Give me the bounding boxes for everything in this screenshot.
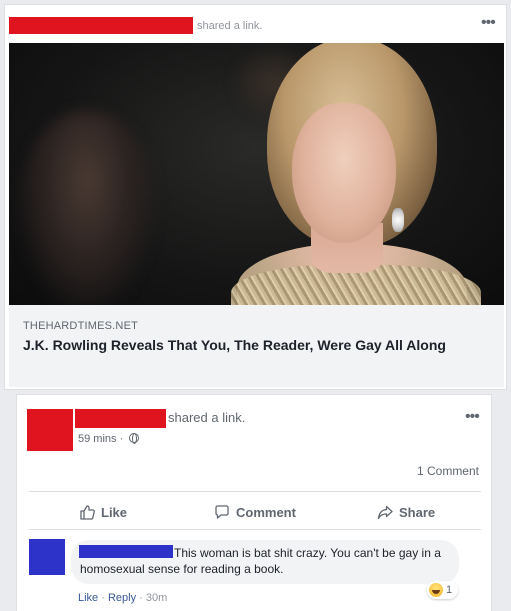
thumbs-up-icon xyxy=(80,505,95,520)
share-icon xyxy=(377,505,393,520)
outer-shared-prefix: shared a xyxy=(197,20,243,32)
outer-post-card: shared a link. ••• THEHARDTIMES.NET J.K.… xyxy=(4,4,507,390)
meta-separator: · xyxy=(101,592,105,604)
divider xyxy=(29,491,481,492)
comment-reaction-badge[interactable]: 1 xyxy=(427,581,459,599)
comment-like-link[interactable]: Like xyxy=(78,592,98,604)
outer-shared-text: shared a link. xyxy=(197,20,262,32)
comment-age[interactable]: 30m xyxy=(146,592,167,604)
name-spacer xyxy=(80,556,174,557)
redacted-poster-name[interactable] xyxy=(75,409,166,428)
like-button[interactable]: Like xyxy=(79,502,127,522)
comment-label: Comment xyxy=(236,504,296,520)
link-domain: THEHARDTIMES.NET xyxy=(23,320,139,332)
share-button[interactable]: Share xyxy=(377,502,435,522)
more-options-icon[interactable]: ••• xyxy=(481,15,496,31)
outer-post-header: shared a link. ••• xyxy=(9,15,499,35)
comment-text-block: This woman is bat shit crazy. You can't … xyxy=(80,545,450,577)
divider xyxy=(29,529,481,530)
meta-separator: · xyxy=(139,592,143,604)
comment-actions: Like · Reply · 30m xyxy=(78,592,167,604)
globe-icon xyxy=(129,433,140,444)
share-label: Share xyxy=(399,504,436,520)
link-title[interactable]: J.K. Rowling Reveals That You, The Reade… xyxy=(23,336,483,355)
subject-earring-shape xyxy=(392,208,404,232)
timestamp-text[interactable]: 59 mins xyxy=(78,433,117,445)
outer-shared-suffix: . xyxy=(259,20,263,32)
comment-reply-link[interactable]: Reply xyxy=(108,592,136,604)
comment-icon xyxy=(215,505,229,519)
link-preview-image[interactable] xyxy=(9,43,504,305)
comment-button[interactable]: Comment xyxy=(214,502,296,522)
subject-face-shape xyxy=(292,103,396,243)
background-person-shape xyxy=(17,111,157,305)
inner-post-card: shared a link. ••• 59 mins · 1 Comment L… xyxy=(16,394,492,611)
reaction-count: 1 xyxy=(446,584,453,596)
comment-text: This woman is bat shit crazy. You can't … xyxy=(80,546,441,576)
redacted-name-bar xyxy=(9,17,193,34)
redacted-avatar[interactable] xyxy=(27,409,73,451)
post-timestamp: 59 mins · xyxy=(78,433,140,445)
redacted-commenter-avatar[interactable] xyxy=(29,539,65,575)
comment-count[interactable]: 1 Comment xyxy=(417,464,479,478)
more-options-icon[interactable]: ••• xyxy=(465,409,480,425)
haha-reaction-icon xyxy=(429,583,443,597)
comment-bubble: This woman is bat shit crazy. You can't … xyxy=(71,540,459,584)
inner-shared-text: shared a link. xyxy=(168,410,246,425)
like-label: Like xyxy=(101,504,128,520)
timestamp-separator: · xyxy=(119,433,124,445)
outer-shared-link[interactable]: link xyxy=(243,20,260,32)
link-preview-info[interactable]: THEHARDTIMES.NET J.K. Rowling Reveals Th… xyxy=(9,305,504,387)
